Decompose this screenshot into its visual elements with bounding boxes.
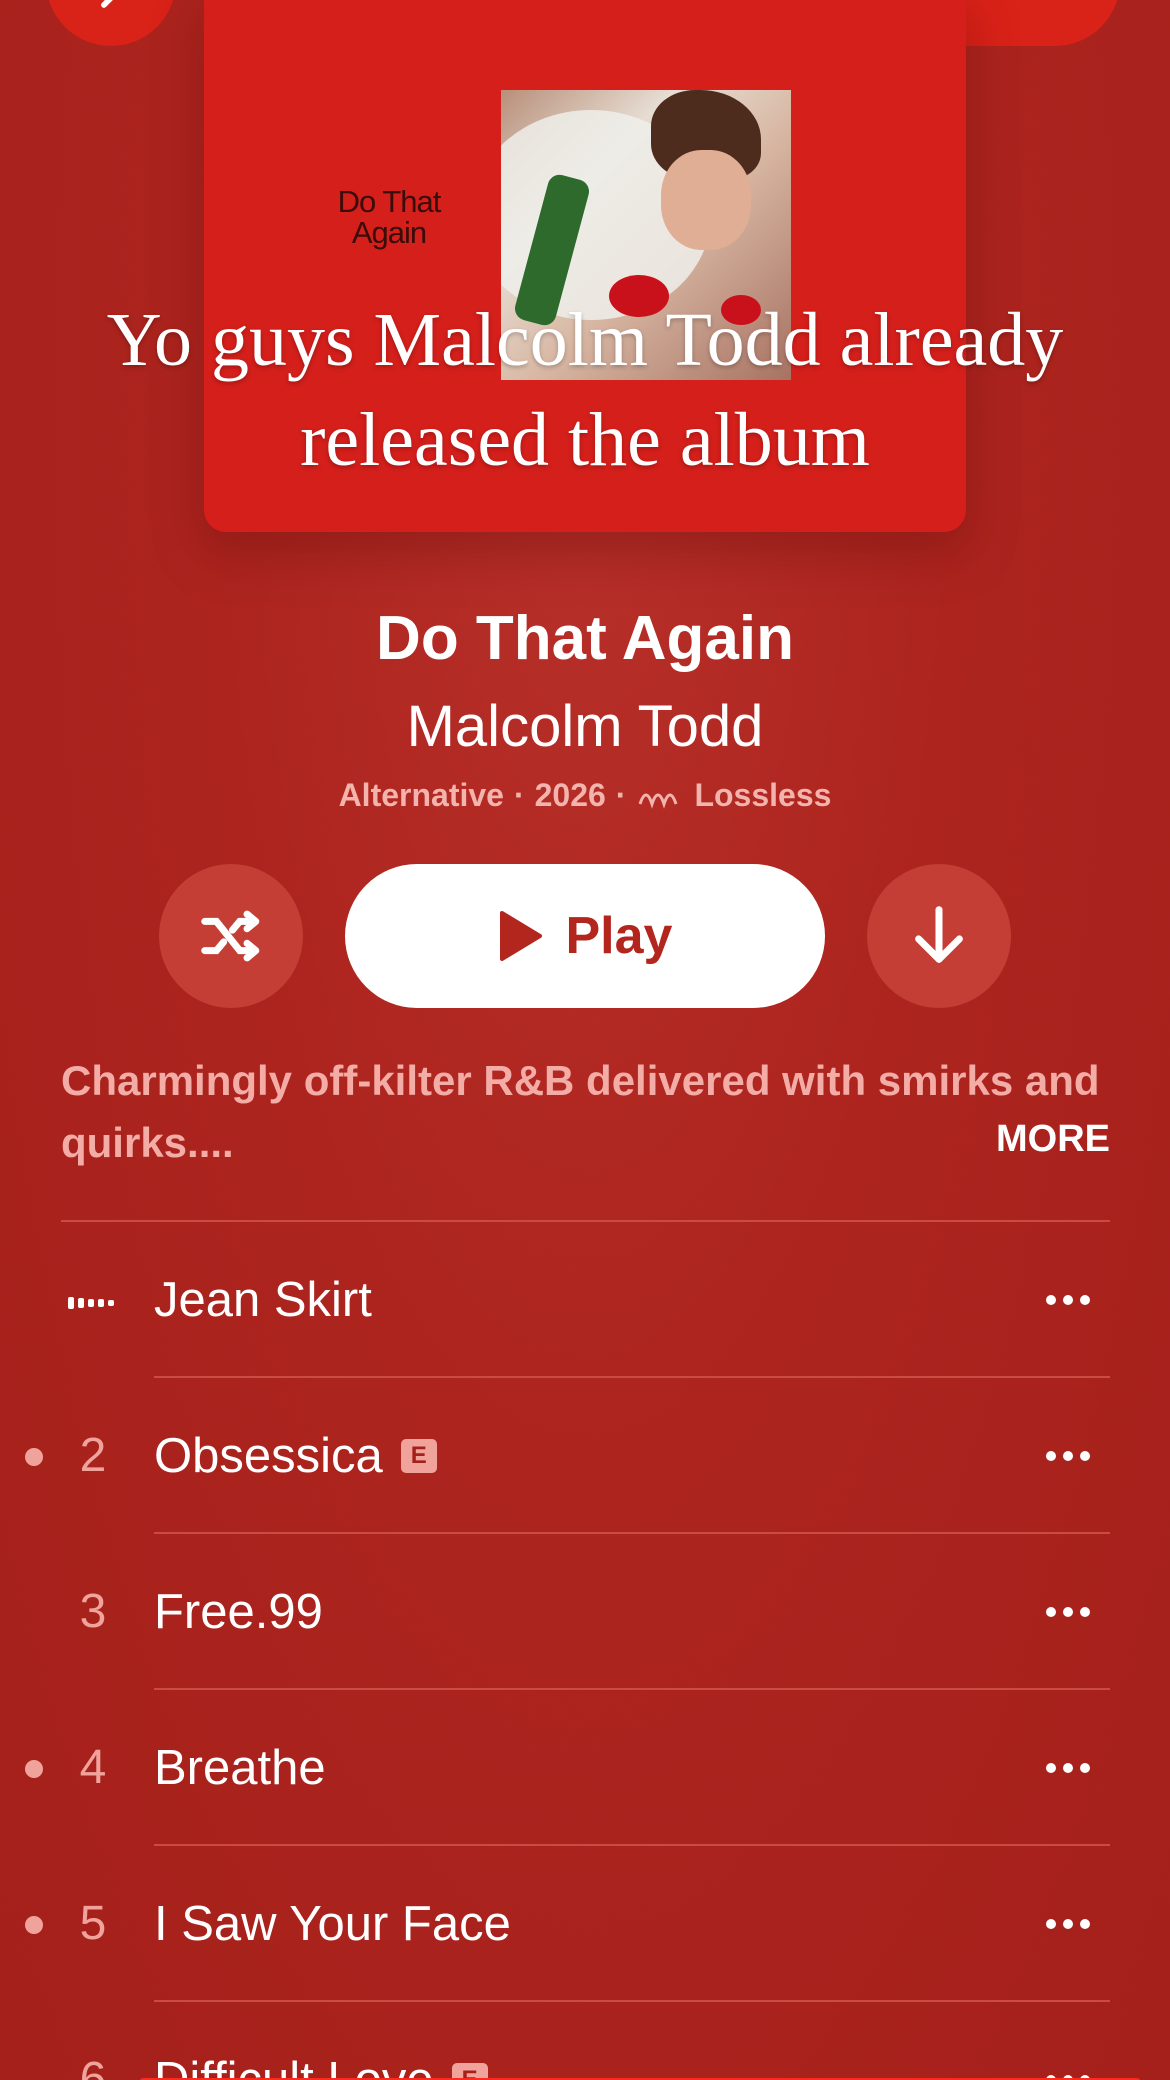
track-title-wrap: Free.99 [154,1584,323,1640]
track-row[interactable]: 2 Obsessica E [0,1378,1170,1534]
track-title: Obsessica [154,1429,383,1483]
track-title-wrap: Jean Skirt [154,1272,372,1328]
now-playing-icon [68,1297,114,1309]
play-icon [499,911,542,961]
play-label: Play [565,907,673,965]
artist-name[interactable]: Malcolm Todd [0,693,1170,760]
back-button[interactable] [46,0,176,46]
track-row[interactable]: 5 I Saw Your Face [0,1846,1170,2002]
downloaded-indicator [25,1448,43,1466]
track-title-wrap: Difficult Love E [154,2052,488,2080]
track-more-button[interactable] [1040,1896,1096,1952]
track-row[interactable]: Jean Skirt [0,1222,1170,1378]
shuffle-button[interactable] [159,864,303,1008]
album-description[interactable]: Charmingly off-kilter R&B delivered with… [61,1050,1111,1174]
shuffle-icon [201,910,260,962]
track-more-button[interactable] [1040,1428,1096,1484]
quality-label: Lossless [694,777,832,813]
track-title: Breathe [154,1741,326,1795]
track-number: 2 [79,1429,107,1482]
meta-separator: · [513,777,525,813]
more-link[interactable]: MORE [996,1118,1110,1161]
album-meta: Alternative · 2026 · Lossless [0,777,1170,814]
download-icon [915,906,963,963]
track-title: I Saw Your Face [154,1897,511,1951]
play-button[interactable]: Play [345,864,825,1008]
meta-separator: · [615,777,627,813]
track-title-wrap: Breathe [154,1740,326,1796]
lossless-icon [639,793,678,809]
track-title-wrap: Obsessica E [154,1428,437,1484]
track-number: 5 [79,1897,107,1950]
track-more-button[interactable] [1040,1740,1096,1796]
download-button[interactable] [867,864,1011,1008]
genre-label: Alternative [338,777,504,813]
track-title: Difficult Love [154,2053,434,2080]
track-number: 6 [79,2053,107,2080]
year-label: 2026 [534,777,606,813]
track-title: Jean Skirt [154,1273,372,1327]
track-more-button[interactable] [1040,1272,1096,1328]
track-title: Free.99 [154,1585,323,1639]
track-more-button[interactable] [1040,1584,1096,1640]
album-title: Do That Again [376,604,794,673]
track-row[interactable]: 6 Difficult Love E [0,2002,1170,2080]
cover-title-text: Do That Again [337,184,442,250]
downloaded-indicator [25,1760,43,1778]
track-title-wrap: I Saw Your Face [154,1896,511,1952]
track-number: 4 [79,1741,107,1794]
downloaded-indicator [25,1916,43,1934]
chevron-left-icon [101,0,113,8]
explicit-badge: E [400,1439,437,1473]
cover-caption: Yo guys Malcolm Todd already released th… [106,298,1064,482]
track-row[interactable]: 4 Breathe [0,1690,1170,1846]
track-more-button[interactable] [1040,2052,1096,2080]
track-row[interactable]: 3 Free.99 [0,1534,1170,1690]
track-number: 3 [79,1585,107,1638]
